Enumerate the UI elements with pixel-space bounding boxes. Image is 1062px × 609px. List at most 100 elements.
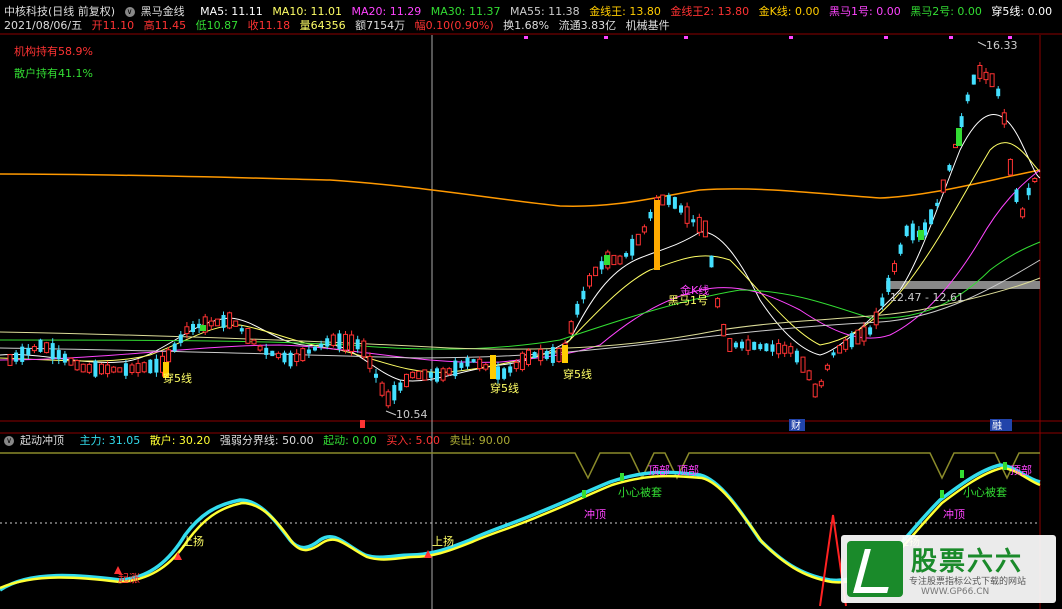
candle-body — [465, 357, 470, 367]
candle-body — [721, 323, 727, 337]
chongding-label-2: 冲顶 — [943, 507, 965, 521]
candle-body — [117, 367, 123, 373]
candle-body — [727, 338, 733, 352]
candle-body — [666, 195, 671, 205]
candle-body — [660, 194, 666, 206]
xiaoxin-label-2: 小心被套 — [963, 486, 1007, 499]
candle-body — [477, 358, 483, 370]
candle-body — [593, 266, 599, 277]
indicator-header: ∨ 起动冲顶 主力: 31.05 散户: 30.20 强弱分界线: 50.00 起… — [4, 432, 1062, 449]
candle-body — [617, 255, 623, 265]
candle-body — [904, 225, 909, 237]
candle-body — [86, 363, 92, 373]
candle-body — [221, 314, 226, 328]
candle-body — [245, 327, 251, 344]
candle-body — [227, 312, 233, 329]
candle-body — [111, 366, 117, 373]
logo-url: WWW.GP66.CN — [921, 587, 990, 597]
candle-body — [31, 346, 37, 352]
candle-body — [1001, 112, 1007, 125]
signal-candle — [490, 355, 496, 379]
qiangruo-value: 强弱分界线: 50.00 — [219, 434, 314, 447]
candle-body — [7, 354, 13, 366]
candle-body — [849, 333, 854, 348]
candle-body — [679, 205, 683, 213]
candle-body — [398, 382, 403, 391]
candle-body — [105, 364, 111, 375]
candle-body — [581, 290, 586, 300]
candle-body — [26, 347, 31, 355]
candle-body — [440, 368, 446, 381]
candle-body — [831, 352, 836, 356]
ma30-line — [0, 241, 1041, 350]
candle-body — [141, 362, 147, 373]
range-label: 12.47 - 12.61 — [890, 291, 964, 304]
candle-body — [319, 343, 324, 348]
candle-body — [1032, 177, 1038, 183]
candle-body — [208, 320, 214, 327]
candle-body — [843, 339, 849, 350]
candle-body — [818, 380, 824, 387]
ma60-line — [0, 277, 1041, 350]
candle-body — [782, 344, 788, 354]
candle-body — [989, 73, 995, 88]
candle-body — [496, 366, 500, 380]
candle-body — [166, 349, 172, 363]
indicator-toggle-2[interactable]: ∨ 起动冲顶 — [4, 434, 70, 447]
collapse-icon[interactable]: ∨ — [4, 436, 14, 446]
candle-body — [733, 342, 738, 348]
signal-candle — [200, 325, 206, 331]
candle-body — [44, 342, 50, 354]
candle-body — [325, 338, 330, 347]
candle-body — [648, 211, 653, 219]
candle-body — [214, 318, 220, 327]
candle-body — [264, 347, 269, 355]
top-signal-line — [0, 452, 1040, 480]
candle-body — [313, 346, 317, 351]
candle-body — [599, 261, 604, 270]
candle-body — [788, 346, 794, 354]
dingbu-label-3: 顶部 — [1010, 463, 1032, 477]
candle-body — [502, 368, 507, 379]
candle-body — [538, 348, 544, 362]
candle-body — [233, 320, 239, 327]
candle-body — [959, 116, 964, 128]
candle-body — [300, 348, 306, 362]
candle-body — [544, 351, 549, 359]
candle-body — [513, 361, 519, 370]
candle-body — [239, 328, 244, 332]
ma55-line — [0, 259, 1041, 359]
signal-candle — [918, 230, 924, 240]
candle-body — [294, 353, 300, 363]
jk-signal: 金K线 — [680, 283, 709, 297]
candle-body — [898, 244, 903, 254]
candle-body — [702, 220, 708, 238]
candle-body — [446, 368, 452, 375]
cai-label: 财 — [791, 419, 801, 432]
range-bar — [886, 281, 1040, 289]
logo-title: 股票六六 — [911, 547, 1024, 577]
candle-body — [453, 360, 458, 377]
qidong-value: 起动: 0.00 — [323, 434, 377, 447]
candle-body — [611, 254, 617, 266]
candle-body — [306, 349, 311, 354]
candle-body — [758, 344, 763, 350]
c5-signal-1: 穿5线 — [163, 371, 192, 385]
kline-chart[interactable]: 16.33 10.54 12.47 - 12.61 穿5线 穿5线 穿5线 黑马… — [0, 0, 1062, 609]
candle-body — [355, 339, 360, 350]
candle-body — [257, 345, 263, 351]
ma10-line — [0, 142, 1041, 373]
candle-body — [532, 352, 537, 358]
candle-body — [519, 352, 525, 371]
candle-body — [635, 233, 641, 246]
logo-subtitle: 专注股票指标公式下载的网站 — [909, 577, 1027, 587]
signal-candle — [562, 345, 568, 363]
candle-body — [367, 355, 373, 369]
candle-body — [556, 348, 562, 362]
candle-body — [379, 382, 385, 396]
candle-body — [422, 369, 428, 381]
signal-candle — [604, 255, 610, 265]
candle-body — [416, 370, 422, 380]
candle-body — [861, 326, 867, 342]
candle-body — [873, 311, 879, 326]
